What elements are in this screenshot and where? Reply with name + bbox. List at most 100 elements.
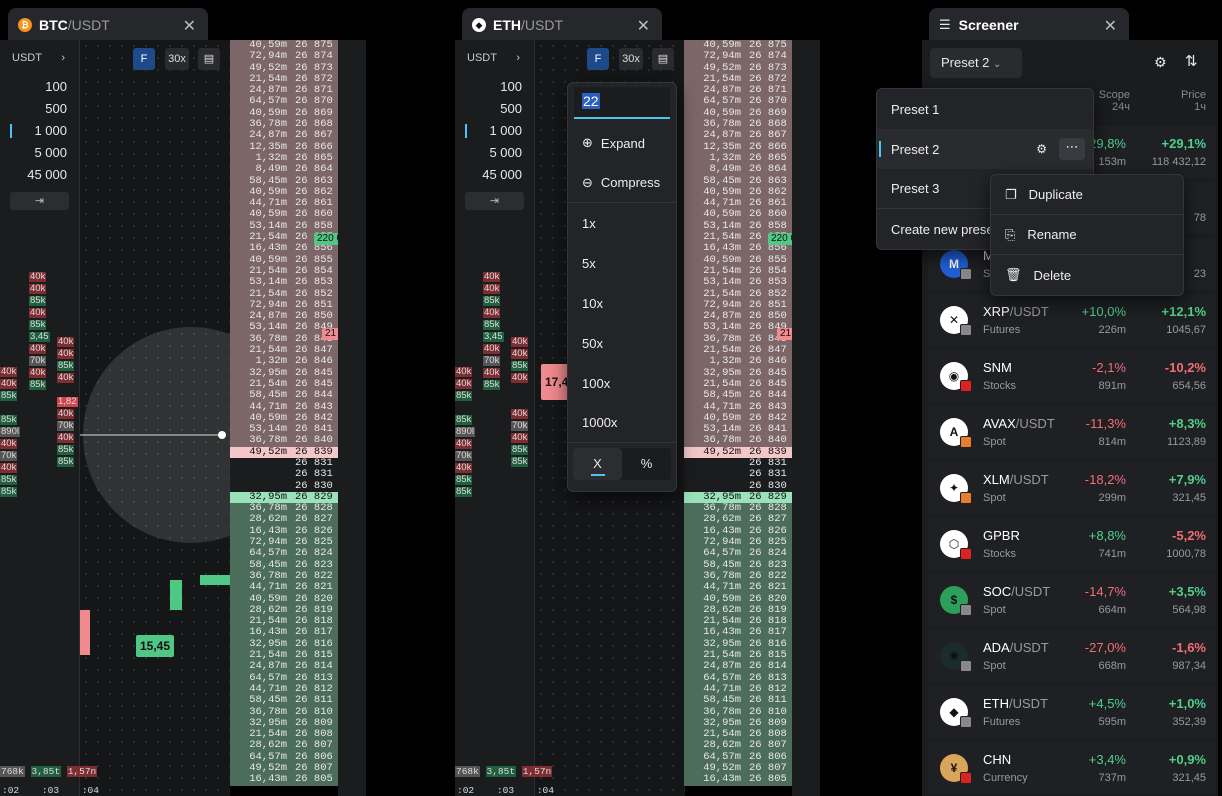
cluster: 40k — [483, 271, 501, 282]
screener-row[interactable]: ◉ SNM Stocks -2,1% 891m -10,2% 654,56 — [928, 350, 1216, 402]
tab-screener[interactable]: ☰ Screener ✕ — [929, 8, 1129, 42]
volume-value: 226m — [1098, 324, 1126, 336]
rename-icon: ⎘ — [1005, 226, 1016, 242]
price-value: 1045,67 — [1166, 324, 1206, 336]
mode-x-button[interactable]: X — [573, 448, 622, 480]
currency-select[interactable]: USDT › — [0, 40, 79, 76]
footer-b: 3,85t — [30, 766, 62, 777]
price-value: 321,45 — [1172, 772, 1206, 784]
tab-btc[interactable]: ₿ BTC/USDT ✕ — [8, 8, 208, 42]
multiplier-dropdown: 22 ⊕ Expand ⊖ Compress 1x 5x 10x 50x 100x … — [567, 82, 677, 492]
rename-option[interactable]: ⎘ Rename — [991, 215, 1183, 255]
multiplier-option[interactable]: 50x — [568, 323, 676, 363]
market-badge-icon — [960, 380, 972, 392]
asset-icon: $ — [940, 586, 972, 616]
symbol-name: SOC/USDT — [983, 584, 1050, 599]
screener-row[interactable]: ⬡ GPBR Stocks +8,8% 741m -5,2% 1000,78 — [928, 518, 1216, 570]
close-icon[interactable]: ✕ — [183, 16, 196, 36]
book-volume: 28,62m — [703, 739, 741, 752]
cluster: 40k — [511, 336, 529, 347]
book-volume: 24,87m — [249, 129, 287, 142]
mode-percent-button[interactable]: % — [622, 448, 671, 480]
screener-row[interactable]: ✦ XLM/USDT Spot -18,2% 299m +7,9% 321,45 — [928, 462, 1216, 514]
multiplier-option[interactable]: 10x — [568, 283, 676, 323]
asset-glyph: A — [949, 425, 959, 439]
book-row: 24,87m 26 814 — [684, 661, 792, 673]
amount-option[interactable]: 100 — [455, 76, 534, 98]
cluster: 40k — [57, 336, 75, 347]
amount-option[interactable]: 500 — [0, 98, 79, 120]
settings-icon[interactable]: ⚙ — [1036, 142, 1047, 156]
delete-option[interactable]: 🗑 Delete — [991, 255, 1183, 295]
multiplier-button[interactable]: 30x — [619, 48, 643, 70]
collapse-icon[interactable]: ⇥ — [10, 192, 69, 210]
volume-footer: 768k 3,85t 1,57n — [455, 766, 553, 777]
filter-icon[interactable]: ⚙ — [1154, 54, 1167, 71]
screener-row[interactable]: ◆ ETH/USDT Futures +4,5% 595m +1,0% 352,39 — [928, 686, 1216, 738]
sort-icon[interactable]: ⇅ — [1185, 52, 1198, 70]
price-change: -5,2% — [1172, 528, 1206, 543]
tab-eth[interactable]: ◆ ETH/USDT ✕ — [462, 8, 662, 42]
currency-label: USDT — [467, 52, 497, 64]
amount-option[interactable]: 5 000 — [0, 142, 79, 164]
eth-book-right — [792, 40, 820, 796]
change-value: -18,2% — [1084, 472, 1126, 487]
currency-select[interactable]: USDT › — [455, 40, 534, 76]
multiplier-input[interactable]: 22 — [574, 87, 670, 119]
amount-option-selected[interactable]: 1 000 — [455, 120, 534, 142]
cluster: 40k — [511, 408, 529, 419]
preset-select[interactable]: Preset 2 ⌄ — [930, 48, 1022, 78]
chevron-down-icon: ⌄ — [993, 59, 1002, 70]
close-icon[interactable]: ✕ — [1104, 16, 1117, 36]
duplicate-option[interactable]: ❐ Duplicate — [991, 175, 1183, 215]
multiplier-option[interactable]: 1000x — [568, 403, 676, 443]
footer-a: 768k — [455, 766, 480, 777]
cluster: 70k — [455, 450, 473, 461]
book-price: 26 821 — [749, 581, 787, 594]
preset-option[interactable]: Preset 1 — [877, 89, 1093, 129]
multiplier-option[interactable]: 5x — [568, 243, 676, 283]
book-volume: 16,43m — [249, 773, 287, 786]
col-scope-header[interactable]: Scope 24ч — [1099, 89, 1130, 113]
futures-button[interactable]: F — [587, 48, 609, 70]
screener-row[interactable]: ✺ ADA/USDT Spot -27,0% 668m -1,6% 987,34 — [928, 630, 1216, 682]
market-badge-icon — [960, 492, 972, 504]
market-type: Futures — [983, 324, 1021, 336]
screener-title: Screener — [958, 17, 1019, 33]
change-value: -27,0% — [1084, 640, 1126, 655]
screener-row[interactable]: A AVAX/USDT Spot -11,3% 814m +8,3% 1123,89 — [928, 406, 1216, 458]
amount-option[interactable]: 5 000 — [455, 142, 534, 164]
time-label: :02 — [457, 785, 475, 796]
screener-row[interactable]: $ SOC/USDT Spot -14,7% 664m +3,5% 564,98 — [928, 574, 1216, 626]
amount-option-selected[interactable]: 1 000 — [0, 120, 79, 142]
book-row: 8,49m 26 864 — [230, 163, 338, 176]
close-icon[interactable]: ✕ — [637, 16, 650, 36]
amount-option[interactable]: 500 — [455, 98, 534, 120]
screener-row[interactable]: ✕ XRP/USDT Futures +10,0% 226m +12,1% 1045,67 — [928, 294, 1216, 346]
screener-row[interactable]: ¥ CHN Currency +3,4% 737m +0,9% 321,45 — [928, 742, 1216, 794]
trade-red — [80, 610, 90, 655]
book-row: 16,43m 26 856 — [684, 243, 792, 255]
amount-option[interactable]: 100 — [0, 76, 79, 98]
book-volume: 16,43m — [249, 242, 287, 255]
col-price-header[interactable]: Price 1ч — [1181, 89, 1206, 113]
multiplier-option[interactable]: 1x — [568, 203, 676, 243]
book-row: 24,87m 26 814 — [230, 661, 338, 673]
more-icon[interactable]: ⋯ — [1059, 138, 1085, 160]
compress-option[interactable]: ⊖ Compress — [568, 163, 676, 203]
cluster: 40k — [57, 372, 75, 383]
multiplier-option[interactable]: 100x — [568, 363, 676, 403]
layout-icon[interactable]: ▤ — [652, 48, 674, 70]
cluster: 85k — [455, 414, 473, 425]
amount-option[interactable]: 45 000 — [455, 164, 534, 186]
market-badge-icon — [960, 324, 972, 336]
symbol-name: AVAX/USDT — [983, 416, 1055, 431]
collapse-icon[interactable]: ⇥ — [465, 192, 524, 210]
asset-icon: ◉ — [940, 362, 972, 392]
expand-option[interactable]: ⊕ Expand — [568, 123, 676, 163]
book-volume: 28,62m — [249, 739, 287, 752]
amount-option[interactable]: 45 000 — [0, 164, 79, 186]
book-row: 44,71m 26 821 — [684, 581, 792, 594]
asset-glyph: ✺ — [948, 649, 960, 663]
preset-option-selected[interactable]: Preset 2 ⚙ ⋯ — [877, 129, 1093, 169]
